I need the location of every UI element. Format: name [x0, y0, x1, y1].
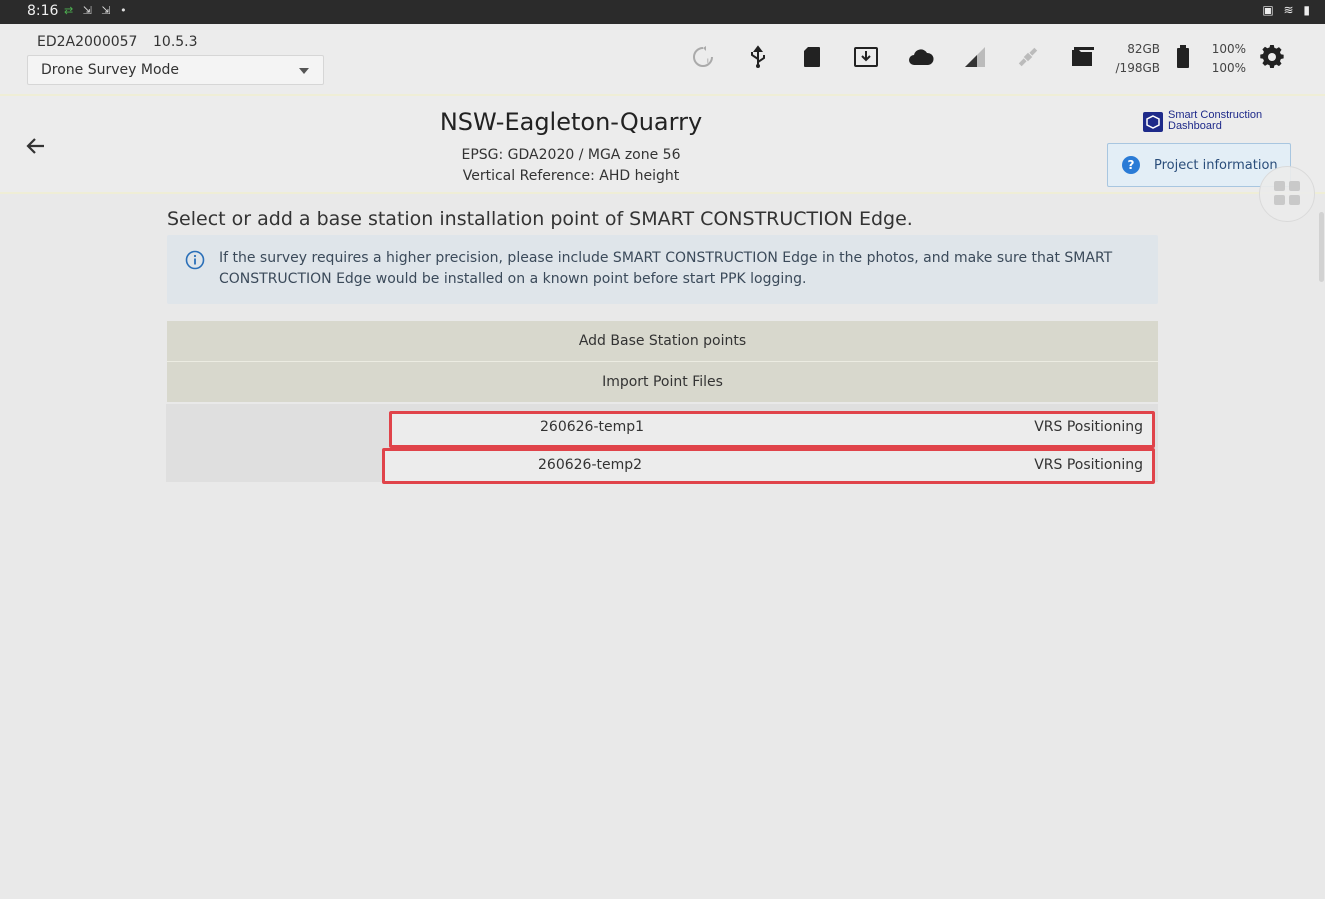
mode-select[interactable]: Drone Survey Mode: [27, 55, 324, 85]
cloud-icon[interactable]: [906, 44, 936, 70]
project-epsg: EPSG: GDA2020 / MGA zone 56: [461, 147, 681, 163]
info-icon: [185, 250, 205, 270]
grid-icon: [1274, 181, 1300, 205]
satellite-icon: [1015, 44, 1041, 70]
download-icon[interactable]: [852, 43, 880, 71]
chevron-down-icon: [299, 68, 309, 74]
brand-text: Smart Construction Dashboard: [1168, 110, 1278, 132]
battery-icon: [1173, 44, 1193, 70]
project-vertical-reference: Vertical Reference: AHD height: [462, 168, 680, 184]
add-base-station-points-button[interactable]: Add Base Station points: [167, 321, 1158, 361]
base-station-point-row[interactable]: 260626-temp1 VRS Positioning: [389, 411, 1155, 445]
sd-card-icon[interactable]: [799, 44, 825, 70]
brand-line-2: Dashboard: [1168, 120, 1222, 132]
svg-text:!: !: [706, 58, 710, 68]
sync-icon[interactable]: !: [690, 44, 716, 70]
status-bar: 8:16 ⇄ ⇲ ⇲ • ▣ ≋ ▮: [0, 0, 1325, 24]
scrollbar[interactable]: [1319, 212, 1324, 282]
device-header: ED2A2000057 10.5.3 Drone Survey Mode ! 8…: [0, 24, 1325, 94]
point-positioning-method: VRS Positioning: [1034, 457, 1143, 473]
status-system-icons: ▣ ≋ ▮: [1262, 3, 1313, 17]
storage-total: /198GB: [1115, 61, 1160, 75]
folder-icon[interactable]: [1069, 44, 1097, 70]
device-serial: ED2A2000057: [37, 34, 138, 50]
point-name: 260626-temp1: [540, 419, 645, 435]
storage-readout: 82GB /198GB: [1106, 40, 1160, 78]
signal-icon: [962, 44, 988, 70]
project-title: NSW-Eagleton-Quarry: [439, 108, 703, 136]
battery-pct-1: 100%: [1211, 42, 1246, 56]
import-point-files-button[interactable]: Import Point Files: [167, 362, 1158, 402]
help-icon: ?: [1122, 156, 1140, 174]
usb-icon[interactable]: [745, 44, 771, 70]
page-heading: Select or add a base station installatio…: [167, 208, 913, 230]
brand-logo-icon: [1143, 112, 1163, 132]
project-header: NSW-Eagleton-Quarry EPSG: GDA2020 / MGA …: [0, 94, 1325, 194]
point-positioning-method: VRS Positioning: [1034, 419, 1143, 435]
info-notice: If the survey requires a higher precisio…: [167, 235, 1158, 304]
app-version: 10.5.3: [153, 34, 198, 50]
gear-icon[interactable]: [1258, 44, 1286, 70]
mode-select-value: Drone Survey Mode: [41, 62, 180, 78]
status-time: 8:16: [27, 3, 59, 19]
base-station-point-row[interactable]: 260626-temp2 VRS Positioning: [382, 449, 1155, 483]
info-notice-text: If the survey requires a higher precisio…: [219, 250, 1113, 287]
grid-menu-button[interactable]: [1259, 166, 1315, 222]
storage-free: 82GB: [1127, 42, 1160, 56]
battery-readout: 100% 100%: [1202, 40, 1246, 78]
battery-pct-2: 100%: [1211, 61, 1246, 75]
point-name: 260626-temp2: [538, 457, 643, 473]
status-notification-icons: ⇄ ⇲ ⇲ •: [64, 4, 130, 17]
